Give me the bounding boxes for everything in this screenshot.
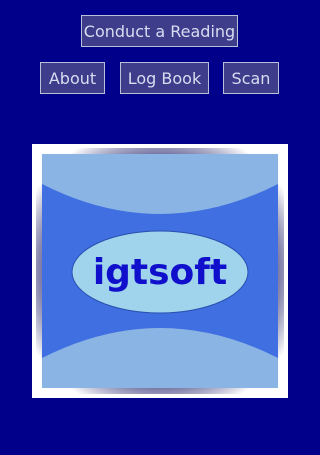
about-button[interactable]: About <box>40 62 105 94</box>
logo-graphic: igtsoft <box>36 148 284 394</box>
log-book-button[interactable]: Log Book <box>120 62 209 94</box>
conduct-reading-button[interactable]: Conduct a Reading <box>81 15 238 47</box>
scan-button[interactable]: Scan <box>223 62 279 94</box>
logo-text: igtsoft <box>93 252 227 293</box>
igtsoft-logo: igtsoft <box>32 144 288 398</box>
